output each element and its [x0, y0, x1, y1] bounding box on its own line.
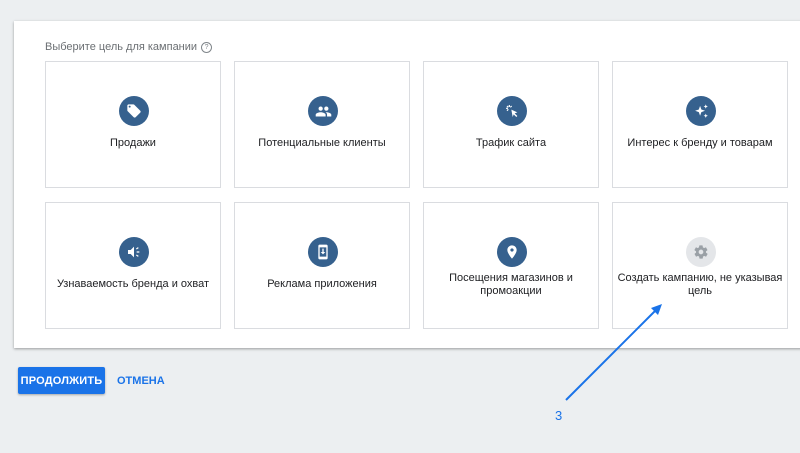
goal-card-store-visits[interactable]: Посещения магазинов и промоакции — [423, 202, 599, 329]
cursor-click-icon — [497, 96, 527, 126]
goal-label: Интерес к бренду и товарам — [627, 137, 773, 149]
goal-label: Узнаваемость бренда и охват — [56, 278, 210, 290]
goal-label: Потенциальные клиенты — [258, 137, 386, 149]
sparkle-icon — [686, 96, 716, 126]
megaphone-icon — [119, 237, 149, 267]
annotation-label: 3 — [555, 408, 563, 423]
goal-selection-panel: Выберите цель для кампании ? Продажи Пот… — [14, 21, 800, 348]
people-icon — [308, 96, 338, 126]
goal-label: Трафик сайта — [475, 137, 547, 149]
cancel-button[interactable]: ОТМЕНА — [110, 367, 172, 394]
location-pin-icon — [497, 237, 527, 267]
goal-card-brand-interest[interactable]: Интерес к бренду и товарам — [612, 61, 788, 188]
goal-card-brand-awareness[interactable]: Узнаваемость бренда и охват — [45, 202, 221, 329]
goal-card-app-promotion[interactable]: Реклама приложения — [234, 202, 410, 329]
help-icon[interactable]: ? — [201, 41, 213, 53]
tag-icon — [119, 96, 149, 126]
goal-card-no-goal[interactable]: Создать кампанию, не указывая цель — [612, 202, 788, 329]
continue-button[interactable]: ПРОДОЛЖИТЬ — [18, 367, 105, 394]
goal-label: Создать кампанию, не указывая цель — [617, 272, 783, 297]
goal-label: Посещения магазинов и промоакции — [449, 272, 573, 297]
goal-label: Реклама приложения — [267, 278, 377, 290]
goal-card-leads[interactable]: Потенциальные клиенты — [234, 61, 410, 188]
goal-label: Продажи — [110, 137, 156, 149]
goal-card-website-traffic[interactable]: Трафик сайта — [423, 61, 599, 188]
goal-card-sales[interactable]: Продажи — [45, 61, 221, 188]
goal-prompt-text: Выберите цель для кампании — [45, 41, 198, 53]
phone-download-icon — [308, 237, 338, 267]
gear-icon — [686, 237, 716, 267]
goal-prompt: Выберите цель для кампании ? — [45, 41, 213, 53]
